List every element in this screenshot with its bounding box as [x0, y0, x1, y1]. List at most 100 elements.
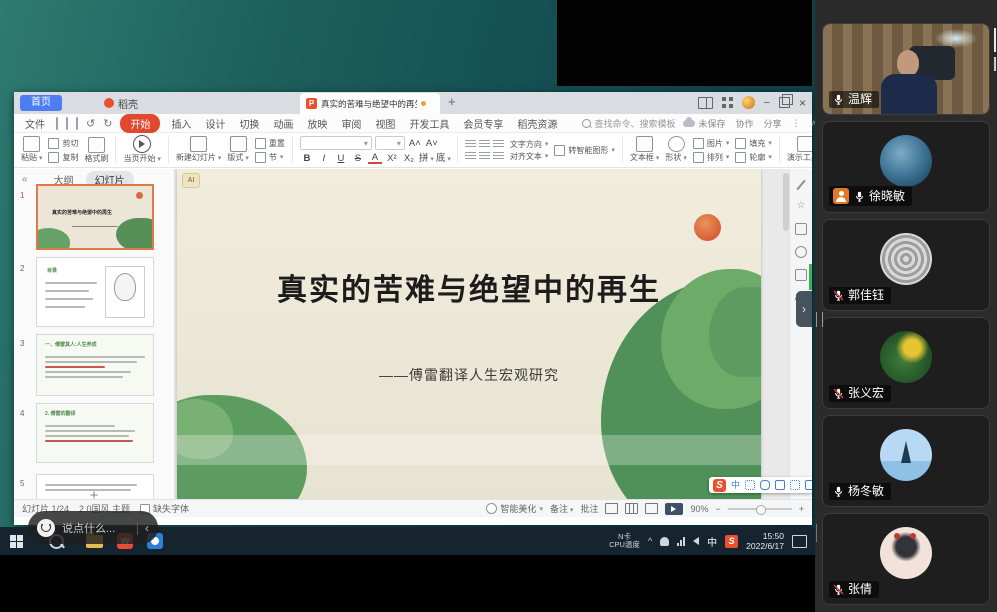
- sidebar-collapse-icon[interactable]: «: [22, 174, 28, 185]
- font-size-select[interactable]: ▾: [375, 136, 405, 150]
- reset-button[interactable]: 重置: [255, 138, 285, 149]
- command-search[interactable]: 查找命令、搜索模板: [582, 117, 675, 130]
- comments-button[interactable]: 批注: [580, 502, 598, 515]
- ime-keyboard-icon[interactable]: [775, 480, 785, 490]
- chat-input-placeholder[interactable]: 说点什么...: [62, 520, 130, 536]
- clock-icon[interactable]: [795, 246, 807, 258]
- new-slide-button[interactable]: 新建幻灯片: [173, 136, 224, 164]
- align-text-button[interactable]: 对齐文本: [510, 152, 549, 161]
- slide-title[interactable]: 真实的苦难与绝望中的再生: [177, 265, 761, 309]
- menu-transition[interactable]: 切换: [236, 116, 262, 131]
- participant-tile-yangdongmin[interactable]: 杨冬敏: [822, 415, 990, 507]
- file-panel-icon[interactable]: [795, 269, 807, 281]
- slide-thumbnail-4[interactable]: 2. 傅雷的翻译: [36, 403, 154, 463]
- temperature-widget[interactable]: N卡 CPU温度: [609, 533, 640, 549]
- present-tools-button[interactable]: 演示工具: [784, 136, 812, 164]
- slide-thumbnail-3[interactable]: 一、傅雷其人:人生养成: [36, 334, 154, 396]
- menu-view[interactable]: 视图: [372, 116, 398, 131]
- panel-scrollbar-2[interactable]: [994, 57, 996, 71]
- participant-tile-zhangyihong[interactable]: 张义宏: [822, 317, 990, 409]
- menu-start[interactable]: 开始: [120, 114, 160, 133]
- zoom-level[interactable]: 90%: [690, 504, 708, 514]
- ime-mic-icon[interactable]: [760, 480, 770, 490]
- align-left-icon[interactable]: [465, 140, 476, 149]
- menu-animation[interactable]: 动画: [270, 116, 296, 131]
- restore-button[interactable]: [779, 97, 790, 108]
- collaborate-button[interactable]: 协作: [735, 117, 753, 130]
- align-center-icon[interactable]: [479, 140, 490, 149]
- network-signal-icon[interactable]: [677, 537, 685, 546]
- notification-bell-icon[interactable]: [660, 537, 669, 546]
- fill-button[interactable]: 填充: [735, 138, 772, 149]
- shading-button[interactable]: 底: [436, 154, 450, 164]
- subscript-button[interactable]: X₂: [402, 154, 416, 163]
- slide-layout-button[interactable]: 版式: [224, 136, 251, 164]
- star-icon[interactable]: ☆: [796, 201, 806, 212]
- sidebar-expand-button[interactable]: ›: [796, 291, 812, 327]
- phonetic-button[interactable]: 拼: [419, 154, 433, 164]
- participant-tile-xuxiaomin[interactable]: 徐晓敏: [822, 121, 990, 213]
- menu-slideshow[interactable]: 放映: [304, 116, 330, 131]
- participant-tile-wenhui[interactable]: 温辉: [822, 23, 990, 115]
- underline-button[interactable]: U: [334, 154, 348, 163]
- align-right-icon[interactable]: [493, 140, 504, 149]
- tab-home[interactable]: 首页: [20, 95, 62, 111]
- new-doc-icon[interactable]: [56, 117, 58, 130]
- decrease-font-icon[interactable]: A˅: [425, 139, 439, 148]
- participant-tile-guojiayu[interactable]: 郭佳钰: [822, 219, 990, 311]
- tab-document[interactable]: P 真实的苦难与绝望中的再生.pptx: [300, 93, 440, 114]
- font-color-button[interactable]: A: [368, 153, 382, 164]
- action-center-icon[interactable]: [792, 535, 807, 548]
- panel-resize-handle[interactable]: [816, 312, 823, 327]
- reading-view-icon[interactable]: [645, 503, 658, 514]
- ime-indicator[interactable]: 中: [707, 534, 717, 549]
- menu-devtools[interactable]: 开发工具: [406, 116, 452, 131]
- zoom-in-button[interactable]: +: [799, 504, 804, 514]
- textbox-button[interactable]: 文本框: [627, 136, 662, 164]
- section-button[interactable]: 节: [255, 152, 285, 163]
- play-from-current-button[interactable]: 当页开始: [120, 135, 163, 165]
- ime-skin-icon[interactable]: [790, 480, 800, 490]
- strikethrough-button[interactable]: S: [351, 154, 365, 163]
- menu-insert[interactable]: 插入: [168, 116, 194, 131]
- zoom-out-button[interactable]: −: [715, 504, 720, 514]
- slide-subtitle[interactable]: ——傅雷翻译人生宏观研究: [177, 365, 761, 385]
- account-avatar[interactable]: [742, 96, 755, 109]
- justify-icon[interactable]: [465, 152, 476, 161]
- arrange-button[interactable]: 排列: [693, 152, 730, 163]
- start-button[interactable]: [10, 535, 23, 548]
- beautify-button[interactable]: 智能美化: [486, 502, 543, 515]
- hidden-icons-caret[interactable]: ^: [648, 536, 652, 546]
- save-icon[interactable]: [66, 117, 68, 130]
- undo-icon[interactable]: ↺: [86, 117, 95, 130]
- superscript-button[interactable]: X²: [385, 154, 399, 163]
- bold-button[interactable]: B: [300, 154, 314, 163]
- frame-icon[interactable]: [795, 223, 807, 235]
- zoom-slider[interactable]: [728, 508, 792, 510]
- split-view-icon[interactable]: [698, 97, 713, 109]
- bullet-list-icon[interactable]: [479, 152, 490, 161]
- more-menu-icon[interactable]: ⋮: [792, 118, 801, 129]
- slide-1[interactable]: AI 真实的苦难与绝望中的再生 ——傅雷翻译人生宏观研究: [177, 169, 761, 499]
- smart-graphic-button[interactable]: 转智能图形: [554, 145, 615, 156]
- new-tab-button[interactable]: +: [448, 94, 456, 109]
- share-button[interactable]: 分享: [763, 117, 781, 130]
- text-direction-button[interactable]: 文字方向: [510, 140, 549, 149]
- format-painter-button[interactable]: 格式刷: [81, 137, 111, 164]
- outline-button[interactable]: 轮廓: [735, 152, 772, 163]
- ime-punct-icon[interactable]: [745, 480, 755, 490]
- edit-pen-icon[interactable]: [796, 180, 806, 190]
- ime-toolbox-icon[interactable]: [805, 480, 812, 490]
- slideshow-play-button[interactable]: [665, 503, 683, 515]
- shape-button[interactable]: 形状: [662, 136, 689, 164]
- increase-font-icon[interactable]: A˄: [408, 139, 422, 148]
- taskbar-clock[interactable]: 15:50 2022/6/17: [746, 531, 784, 551]
- italic-button[interactable]: I: [317, 154, 331, 163]
- zoom-slider-knob[interactable]: [756, 505, 766, 515]
- redo-icon[interactable]: ↻: [103, 117, 112, 130]
- ime-mode-label[interactable]: 中: [731, 477, 740, 493]
- picture-button[interactable]: 图片: [693, 138, 730, 149]
- sorter-view-icon[interactable]: [625, 503, 638, 514]
- menu-design[interactable]: 设计: [202, 116, 228, 131]
- participant-tile-zhangqian[interactable]: 张倩: [822, 513, 990, 605]
